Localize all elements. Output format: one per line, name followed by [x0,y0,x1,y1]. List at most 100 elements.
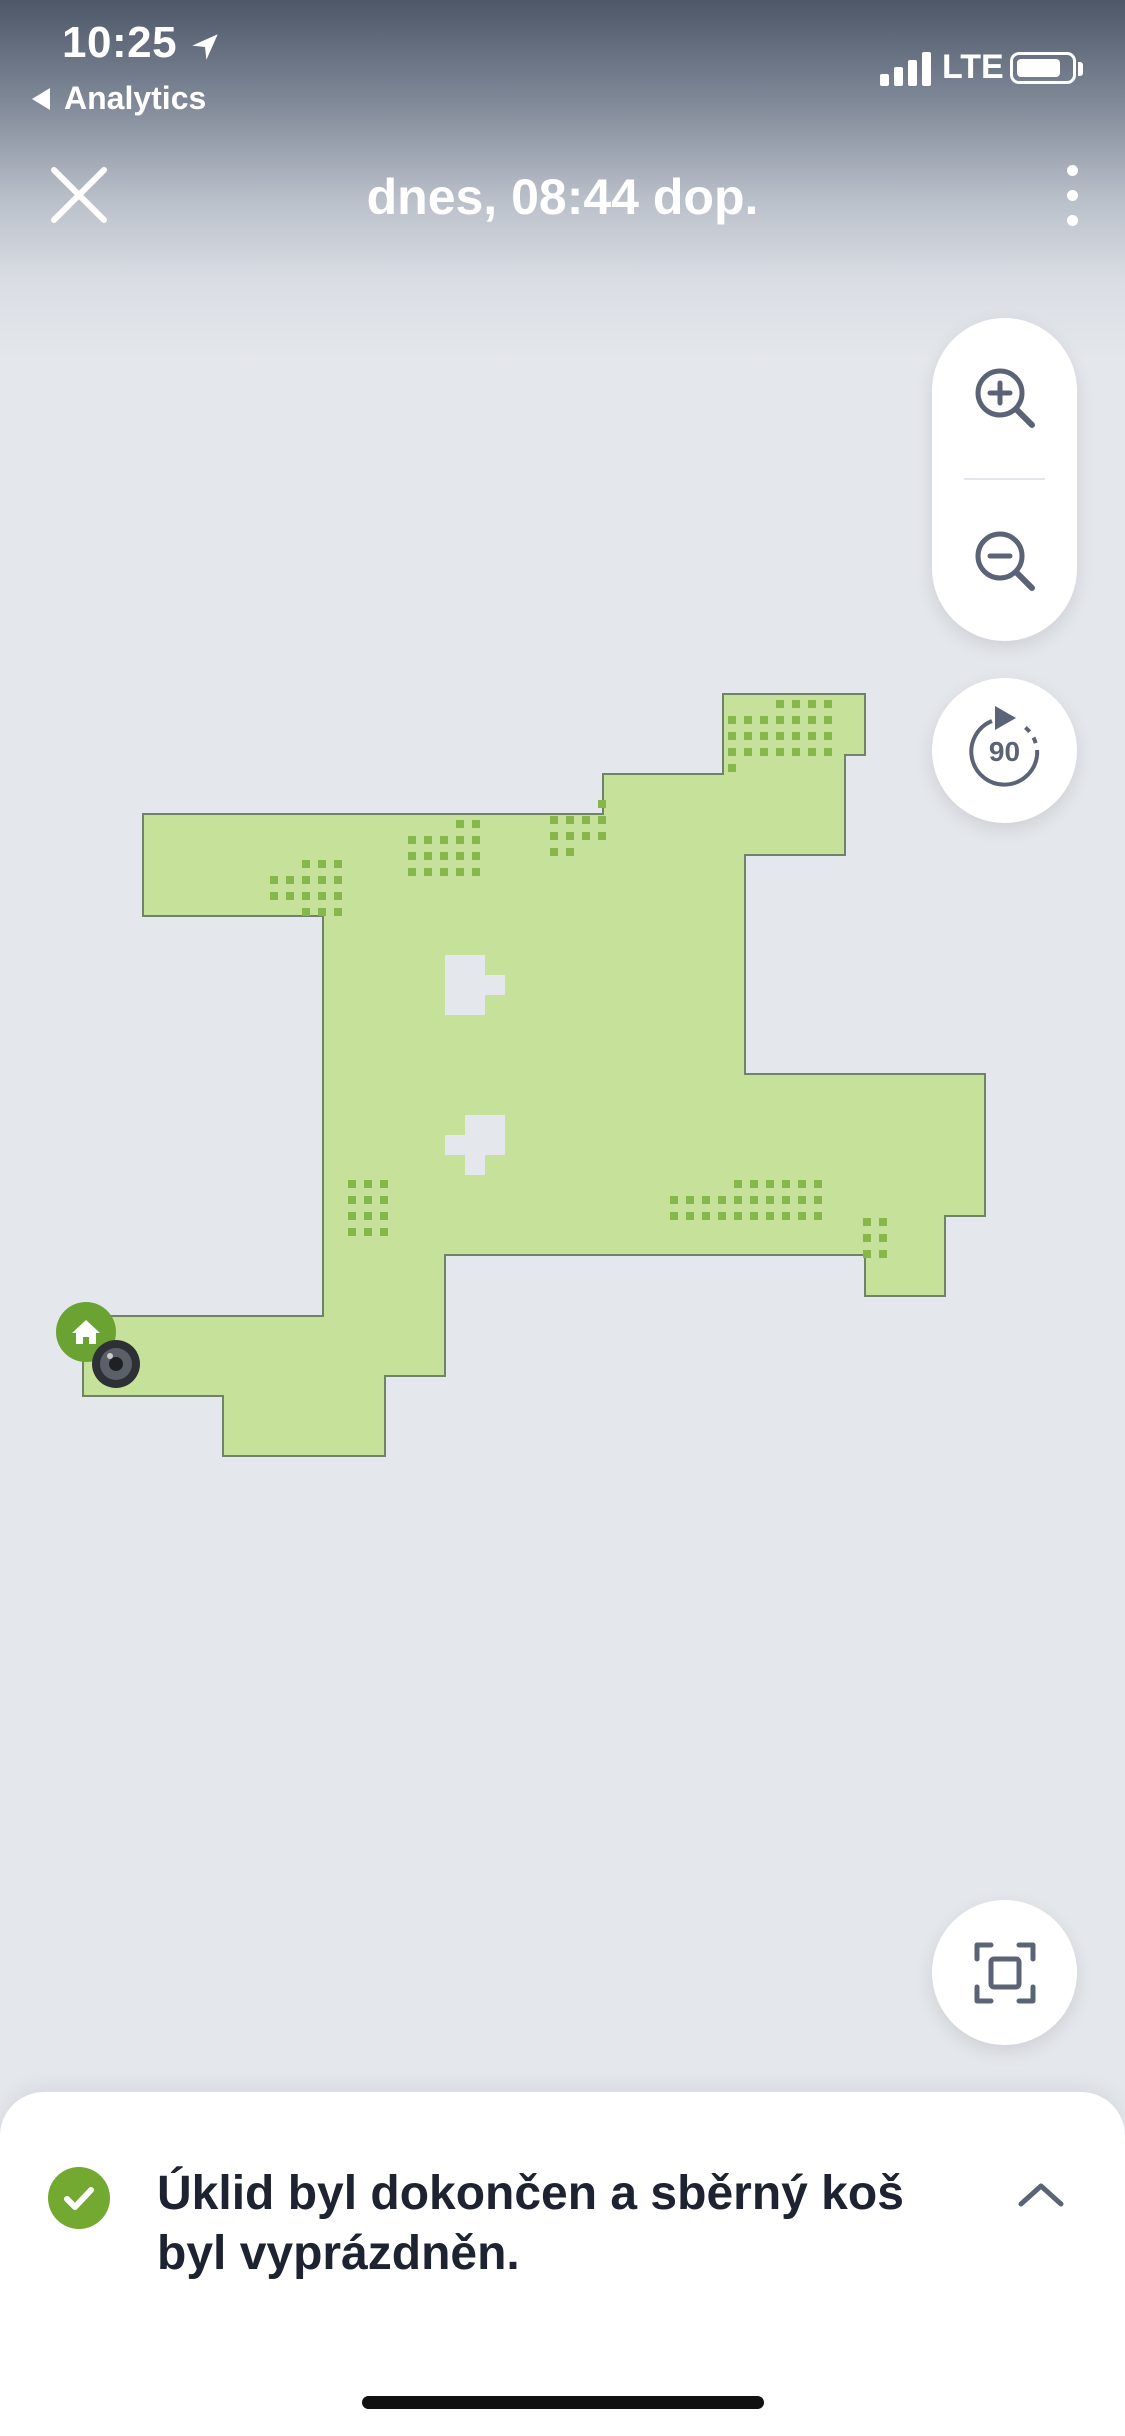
dirt-dot [744,732,752,740]
dirt-dot [792,716,800,724]
dirt-dot [814,1180,822,1188]
dirt-dot [364,1212,372,1220]
dirt-dot [598,800,606,808]
back-triangle-icon [32,87,50,110]
zoom-controls [932,318,1077,641]
dirt-dot [760,716,768,724]
dirt-dot [824,748,832,756]
dirt-dot [380,1228,388,1236]
dirt-dot [702,1196,710,1204]
fit-to-screen-icon [974,1942,1035,2003]
home-indicator [362,2396,764,2409]
dirt-dot [728,716,736,724]
dirt-dot [718,1212,726,1220]
dirt-dot [302,860,310,868]
zoom-out-icon [975,531,1035,591]
dirt-dot [318,908,326,916]
dirt-dot [782,1212,790,1220]
dirt-dot [766,1180,774,1188]
dirt-dot [318,876,326,884]
dirt-dot [792,748,800,756]
dirt-dot [348,1212,356,1220]
dirt-dot [824,700,832,708]
dirt-dot [408,836,416,844]
dirt-dot [598,816,606,824]
dirt-dot [776,716,784,724]
dirt-dot [424,852,432,860]
dirt-dot [318,860,326,868]
battery-icon [1010,52,1076,84]
location-arrow-icon [192,34,218,60]
dirt-dot [782,1180,790,1188]
status-time: 10:25 [62,18,178,67]
dirt-dot [334,860,342,868]
dirt-dot [440,836,448,844]
check-icon [48,2167,110,2229]
dirt-dot [670,1196,678,1204]
zoom-divider [964,478,1045,480]
dirt-dot [380,1212,388,1220]
dirt-dot [566,848,574,856]
back-to-app-link[interactable]: Analytics [32,80,206,117]
battery-fill [1017,59,1061,77]
dirt-dot [734,1180,742,1188]
dirt-dot [808,716,816,724]
dirt-dot [782,1196,790,1204]
dirt-dot [424,836,432,844]
dirt-dot [670,1212,678,1220]
chevron-up-icon[interactable] [1015,2174,1067,2214]
dirt-dot [792,700,800,708]
rotate-button[interactable]: 90 [932,678,1077,823]
dirt-dot [472,820,480,828]
dirt-dot [776,748,784,756]
dirt-dot [408,852,416,860]
dirt-dot [364,1228,372,1236]
dirt-dot [718,1196,726,1204]
zoom-in-button[interactable] [932,318,1077,478]
dirt-dot [686,1196,694,1204]
dirt-dot [348,1180,356,1188]
dirt-dot [440,852,448,860]
dirt-dot [380,1180,388,1188]
dirt-dot [879,1234,887,1242]
signal-icon [880,52,931,86]
notification-message: Úklid byl dokončen a sběrný koš byl vypr… [157,2167,904,2280]
dirt-dot [863,1218,871,1226]
dirt-dot [798,1212,806,1220]
dirt-dot [766,1212,774,1220]
dirt-dot [582,816,590,824]
robot-icon[interactable] [92,1340,140,1388]
dirt-dot [302,908,310,916]
dirt-dot [550,816,558,824]
close-icon[interactable] [44,160,116,232]
dirt-dot [792,732,800,740]
dirt-dot [879,1218,887,1226]
dirt-dot [334,876,342,884]
status-bar: 10:25 Analytics LTE [0,0,1125,130]
dirt-dot [270,876,278,884]
dirt-dot [808,748,816,756]
dirt-dot [750,1196,758,1204]
dirt-dot [334,892,342,900]
dirt-dot [686,1212,694,1220]
dirt-dot [582,832,590,840]
dirt-dot [318,892,326,900]
dirt-dot [760,748,768,756]
dirt-dot [302,892,310,900]
notification-sheet[interactable]: Úklid byl dokončen a sběrný koš byl vypr… [0,2092,1125,2436]
zoom-out-button[interactable] [932,481,1077,641]
dirt-dot [550,848,558,856]
dirt-dot [472,868,480,876]
dirt-dot [728,764,736,772]
fit-to-screen-button[interactable] [932,1900,1077,2045]
battery-cap [1078,62,1083,76]
dirt-dot [863,1234,871,1242]
more-vertical-icon[interactable] [1050,165,1094,231]
zoom-in-icon [975,368,1035,428]
dirt-dot [744,748,752,756]
back-app-label: Analytics [64,80,207,116]
dirt-dot [364,1180,372,1188]
dirt-dot [456,820,464,828]
dirt-dot [808,732,816,740]
dirt-dot [550,832,558,840]
